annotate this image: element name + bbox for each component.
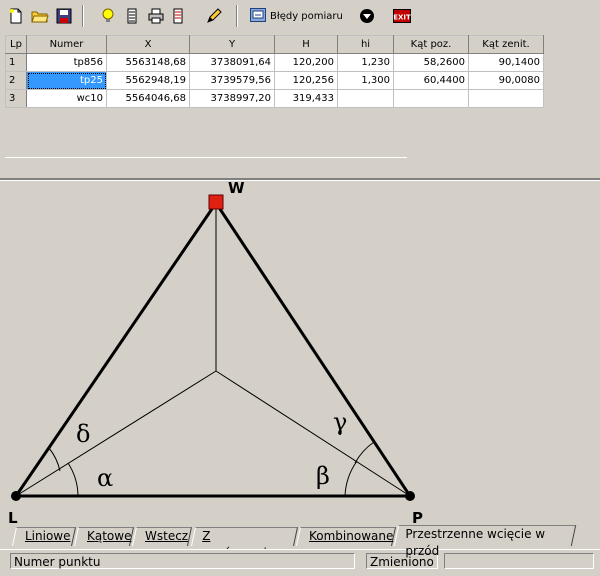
status-field-label: Numer punktu — [10, 553, 355, 569]
cell-x[interactable]: 5562948,19 — [106, 71, 190, 90]
cell-h[interactable]: 120,200 — [274, 53, 338, 72]
cell-kat-zenit[interactable]: 90,1400 — [468, 53, 544, 72]
angle-beta-label: β — [316, 462, 330, 490]
point-l-marker — [11, 491, 21, 501]
cell-x[interactable]: 5563148,68 — [106, 53, 190, 72]
cell-kat-zenit[interactable] — [468, 89, 544, 108]
new-document-icon[interactable] — [6, 6, 26, 26]
tab-wstecz[interactable]: Wstecz — [131, 527, 193, 546]
col-header-lp[interactable]: Lp — [5, 35, 27, 54]
col-header-h[interactable]: H — [274, 35, 338, 54]
diagram-canvas: α δ β γ W L P — [0, 179, 600, 527]
cell-lp[interactable]: 1 — [5, 53, 27, 72]
inner-line-l — [15, 370, 217, 497]
point-w-marker — [208, 194, 224, 210]
cell-y[interactable]: 3738091,64 — [189, 53, 275, 72]
angle-gamma-label: γ — [333, 408, 347, 436]
measurement-errors-button[interactable]: Błędy pomiaru — [250, 6, 343, 26]
cell-h[interactable]: 319,433 — [274, 89, 338, 108]
triangle-diagram: α δ β γ — [11, 194, 415, 501]
table-row[interactable]: 1 tp856 5563148,68 3738091,64 120,200 1,… — [5, 53, 544, 72]
cell-kat-poz[interactable]: 60,4400 — [393, 71, 469, 90]
cell-kat-poz[interactable] — [393, 89, 469, 108]
edit-pencil-icon[interactable] — [204, 6, 224, 26]
circle-arrow-down-icon[interactable] — [357, 6, 377, 26]
arc-gamma — [354, 441, 375, 464]
point-p-marker — [405, 491, 415, 501]
tab-kombinowane[interactable]: Kombinowane — [295, 527, 397, 546]
measurement-errors-label: Błędy pomiaru — [270, 10, 343, 22]
arc-delta — [48, 447, 61, 472]
col-header-kat-zenit[interactable]: Kąt zenit. — [468, 35, 544, 54]
cell-lp[interactable]: 3 — [5, 89, 27, 108]
print-icon[interactable] — [146, 6, 166, 26]
exit-label: EXIT — [393, 14, 411, 22]
table-row[interactable]: 3 wc10 5564046,68 3738997,20 319,433 — [5, 89, 544, 108]
arc-beta — [344, 460, 358, 497]
point-w-label: W — [228, 179, 245, 197]
measurement-table-area: Lp Numer X Y H hi Kąt poz. Kąt zenit. 1 … — [0, 33, 600, 157]
table-divider — [5, 157, 407, 158]
method-tabs: Liniowe Kątowe Wstecz Z wyrównaniem Komb… — [0, 525, 600, 560]
arc-alpha — [67, 462, 79, 497]
cell-x[interactable]: 5564046,68 — [106, 89, 190, 108]
tab-liniowe[interactable]: Liniowe — [11, 527, 77, 546]
tab-przestrzenne-wciecie[interactable]: Przestrzenne wcięcie w przód — [393, 525, 577, 558]
inner-line-p — [215, 370, 411, 497]
open-folder-icon[interactable] — [30, 6, 50, 26]
tab-katowe[interactable]: Kątowe — [73, 527, 135, 546]
exit-button[interactable]: EXIT — [392, 6, 412, 26]
cell-y[interactable]: 3739579,56 — [189, 71, 275, 90]
edge-wp — [214, 202, 412, 497]
tab-z-wyrownaniem[interactable]: Z wyrównaniem — [190, 527, 299, 560]
angle-delta-label: δ — [76, 420, 90, 448]
save-icon[interactable] — [54, 6, 74, 26]
cell-numer[interactable]: tp856 — [26, 53, 107, 72]
angle-alpha-label: α — [97, 464, 113, 492]
measurement-table: Lp Numer X Y H hi Kąt poz. Kąt zenit. 1 … — [5, 35, 544, 108]
col-header-numer[interactable]: Numer — [26, 35, 107, 54]
col-header-y[interactable]: Y — [189, 35, 275, 54]
cell-hi[interactable]: 1,300 — [337, 71, 394, 90]
cell-y[interactable]: 3738997,20 — [189, 89, 275, 108]
edge-lw — [14, 202, 218, 497]
table-row[interactable]: 2 tp25 5562948,19 3739579,56 120,256 1,3… — [5, 71, 544, 90]
cell-hi[interactable] — [337, 89, 394, 108]
cell-hi[interactable]: 1,230 — [337, 53, 394, 72]
cell-kat-poz[interactable]: 58,2600 — [393, 53, 469, 72]
hint-bulb-icon[interactable] — [98, 6, 118, 26]
cell-lp[interactable]: 2 — [5, 71, 27, 90]
cell-numer[interactable]: wc10 — [26, 89, 107, 108]
col-header-hi[interactable]: hi — [337, 35, 394, 54]
cell-numer-selected[interactable]: tp25 — [26, 71, 107, 90]
col-header-kat-poz[interactable]: Kąt poz. — [393, 35, 469, 54]
measurement-errors-icon — [250, 7, 266, 25]
cell-kat-zenit[interactable]: 90,0080 — [468, 71, 544, 90]
cell-h[interactable]: 120,256 — [274, 71, 338, 90]
col-header-x[interactable]: X — [106, 35, 190, 54]
list-icon[interactable] — [122, 6, 142, 26]
report-icon[interactable] — [168, 6, 188, 26]
toolbar: Błędy pomiaru EXIT — [0, 0, 600, 34]
